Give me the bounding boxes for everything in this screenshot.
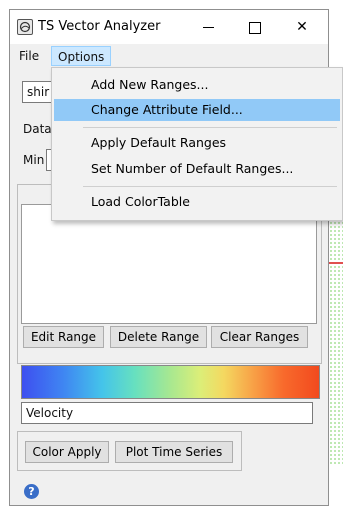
map-red-line	[329, 262, 343, 264]
color-bar	[21, 365, 320, 399]
attribute-field[interactable]: Velocity	[21, 402, 313, 424]
menu-bar: File Options	[10, 45, 328, 67]
close-button[interactable]: ✕	[280, 10, 324, 44]
minimize-button[interactable]	[186, 10, 230, 44]
menu-options[interactable]: Options	[51, 46, 112, 66]
color-apply-button[interactable]: Color Apply	[25, 441, 109, 463]
edit-range-button[interactable]: Edit Range	[23, 326, 104, 348]
window-title: TS Vector Analyzer	[38, 19, 161, 34]
menu-file[interactable]: File	[14, 45, 44, 67]
map-points	[329, 205, 343, 465]
maximize-button[interactable]	[232, 10, 276, 44]
min-label: Min	[23, 153, 45, 167]
maximize-icon	[249, 22, 261, 34]
delete-range-button[interactable]: Delete Range	[110, 326, 207, 348]
minimize-icon	[203, 27, 214, 28]
app-icon	[17, 19, 33, 35]
menu-item-set-number-default-ranges[interactable]: Set Number of Default Ranges...	[54, 158, 340, 180]
clear-ranges-button[interactable]: Clear Ranges	[211, 326, 308, 348]
menu-item-load-colortable[interactable]: Load ColorTable	[54, 191, 340, 213]
plot-time-series-button[interactable]: Plot Time Series	[115, 441, 233, 463]
menu-item-apply-default-ranges[interactable]: Apply Default Ranges	[54, 132, 340, 154]
menu-separator	[83, 186, 337, 187]
menu-item-change-attribute-field[interactable]: Change Attribute Field...	[54, 99, 340, 121]
data-label: Data	[23, 122, 52, 136]
menu-separator	[83, 127, 337, 128]
options-dropdown-menu: Add New Ranges... Change Attribute Field…	[51, 67, 343, 221]
title-bar[interactable]: TS Vector Analyzer ✕	[10, 10, 328, 44]
help-icon[interactable]: ?	[24, 484, 39, 499]
range-list[interactable]	[21, 204, 317, 324]
menu-item-add-new-ranges[interactable]: Add New Ranges...	[54, 74, 340, 96]
close-icon: ✕	[296, 19, 308, 35]
